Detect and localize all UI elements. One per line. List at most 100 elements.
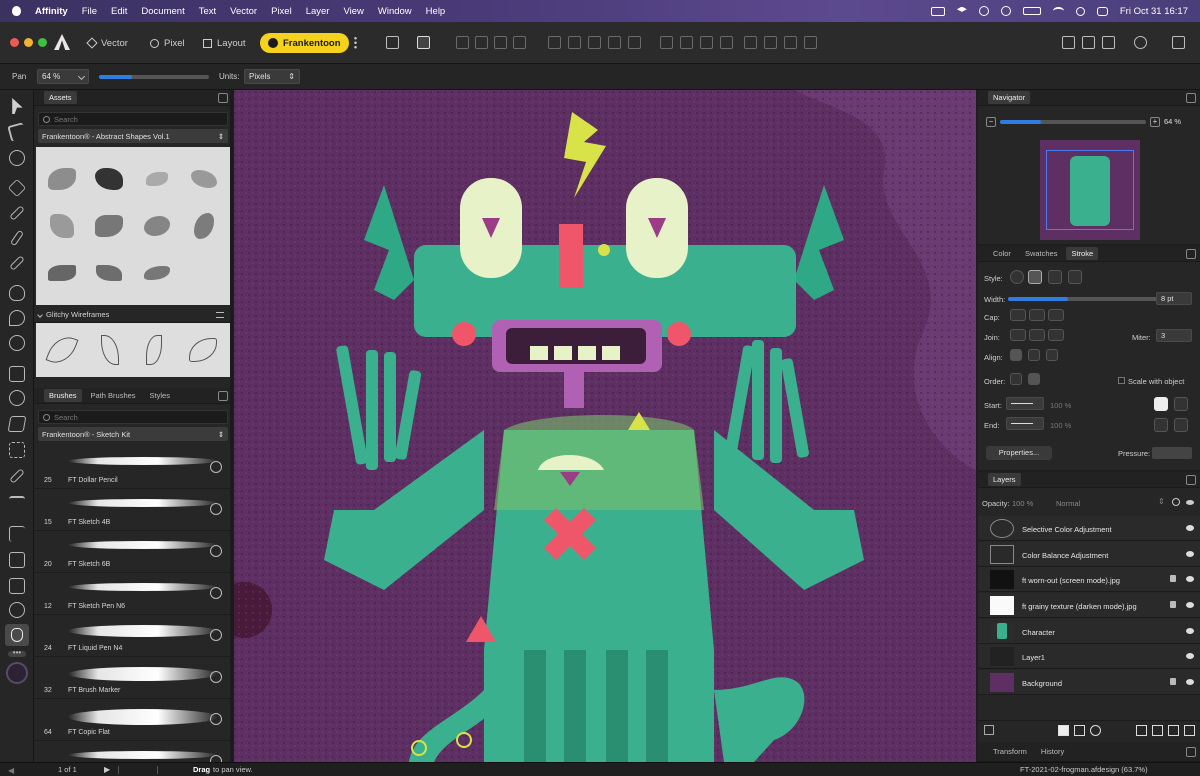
tab-assets[interactable]: Assets: [44, 91, 77, 104]
assets-collection-select[interactable]: Frankentoon® - Abstract Shapes Vol.1 ⇕: [38, 129, 228, 143]
solid-line-icon[interactable]: [1028, 270, 1042, 284]
layer-row[interactable]: ft grainy texture (darken mode).jpg: [978, 593, 1200, 618]
mask-icon[interactable]: [1058, 725, 1069, 736]
distribute-icon-2[interactable]: [720, 36, 733, 49]
menu-document[interactable]: Document: [141, 6, 184, 17]
list-item[interactable]: 24 FT Liquid Pen N4: [34, 615, 230, 657]
pressure-curve[interactable]: [1152, 447, 1192, 459]
butt-cap-icon[interactable]: [1010, 309, 1026, 321]
scale-checkbox[interactable]: [1118, 377, 1125, 384]
color-well[interactable]: [6, 662, 28, 684]
lasso-tool-icon[interactable]: [9, 150, 25, 166]
collapse-icon[interactable]: [218, 391, 228, 401]
battery-icon[interactable]: [1022, 7, 1041, 15]
edit-all-layers-icon[interactable]: [984, 725, 994, 735]
list-item[interactable]: 25 FT Dollar Pencil: [34, 447, 230, 489]
distribute-icon-6[interactable]: [804, 36, 817, 49]
asset-thumb[interactable]: [49, 213, 74, 238]
color-picker-tool-icon[interactable]: [9, 335, 25, 351]
image-tool-icon[interactable]: [9, 578, 25, 594]
asset-thumb[interactable]: [191, 169, 218, 188]
next-page-icon[interactable]: ▶: [104, 765, 110, 774]
collapse-icon[interactable]: [1186, 747, 1196, 757]
asset-thumb[interactable]: [47, 167, 76, 190]
asset-thumb[interactable]: [45, 331, 78, 369]
minimize-window-button[interactable]: [24, 38, 33, 47]
edit-brush-icon[interactable]: [210, 461, 222, 473]
pencil-tool-icon[interactable]: [9, 205, 25, 221]
snapping-icon-2[interactable]: [1082, 36, 1095, 49]
asset-thumb[interactable]: [145, 335, 162, 365]
collapse-icon[interactable]: [218, 93, 228, 103]
zoom-field[interactable]: 64 %: [37, 69, 89, 84]
align-inside-icon[interactable]: [1028, 349, 1040, 361]
layer-settings-icon[interactable]: [1172, 498, 1180, 506]
layer-row[interactable]: Color Balance Adjustment: [978, 542, 1200, 567]
eye-icon[interactable]: [1186, 525, 1194, 531]
zoom-window-button[interactable]: [38, 38, 47, 47]
view-rectangle[interactable]: [1046, 150, 1134, 230]
zoom-in-icon[interactable]: +: [1150, 117, 1160, 127]
list-item[interactable]: 12 FT Sketch Pen N6: [34, 573, 230, 615]
snapping-icon-1[interactable]: [1062, 36, 1075, 49]
fx-icon[interactable]: [1074, 725, 1085, 736]
assistant-icon[interactable]: [1172, 36, 1185, 49]
navigator-preview[interactable]: [1040, 140, 1140, 240]
eye-icon[interactable]: [1186, 602, 1194, 608]
assets-search[interactable]: Search: [38, 112, 228, 126]
blend-mode[interactable]: Normal: [1056, 499, 1080, 508]
edit-brush-icon[interactable]: [210, 713, 222, 725]
record-icon[interactable]: [1000, 6, 1011, 16]
flip-icon-2[interactable]: [680, 36, 693, 49]
asset-thumb[interactable]: [100, 335, 119, 365]
menu-pixel[interactable]: Pixel: [271, 6, 292, 17]
list-item[interactable]: 20 FT Sketch 6B: [34, 531, 230, 573]
tab-transform[interactable]: Transform: [988, 745, 1032, 758]
node-tool-icon[interactable]: [7, 122, 27, 142]
bevel-join-icon[interactable]: [1048, 329, 1064, 341]
selection-tool-icon[interactable]: [9, 442, 25, 458]
list-item[interactable]: 64 FT Copic Flat: [34, 699, 230, 741]
delete-layer-icon[interactable]: [1184, 725, 1195, 736]
list-item[interactable]: 15 FT Sketch 4B: [34, 489, 230, 531]
zoom-tool-icon[interactable]: [9, 602, 25, 618]
edit-brush-icon[interactable]: [210, 545, 222, 557]
lock-icon[interactable]: [1170, 601, 1176, 608]
units-select[interactable]: Pixels ⇕: [244, 69, 300, 84]
stroke-front-icon[interactable]: [1028, 373, 1040, 385]
collapse-icon[interactable]: [1186, 475, 1196, 485]
layer-row[interactable]: Layer1: [978, 644, 1200, 669]
navigator-zoom-slider[interactable]: [1000, 120, 1146, 124]
persona-layout[interactable]: Layout: [197, 33, 252, 53]
menu-text[interactable]: Text: [199, 6, 216, 17]
eye-icon[interactable]: [1186, 653, 1194, 659]
list-item[interactable]: [34, 741, 230, 762]
flip-icon-1[interactable]: [660, 36, 673, 49]
layer-row[interactable]: Background: [978, 670, 1200, 695]
crop-tool-icon[interactable]: [9, 526, 25, 542]
move-tool-icon[interactable]: [12, 98, 23, 114]
align-icon-1[interactable]: [456, 36, 469, 49]
asset-thumb[interactable]: [143, 215, 170, 236]
collapse-icon[interactable]: [1186, 249, 1196, 259]
menu-file[interactable]: File: [82, 6, 97, 17]
brush-tool-icon[interactable]: [9, 229, 25, 247]
width-slider[interactable]: [1008, 297, 1158, 301]
add-layer-icon[interactable]: [1168, 725, 1179, 736]
tab-brushes[interactable]: Brushes: [44, 389, 82, 402]
stroke-behind-icon[interactable]: [1010, 373, 1022, 385]
affinity-logo-icon[interactable]: [54, 34, 70, 50]
layer-row[interactable]: Character: [978, 619, 1200, 644]
persona-vector[interactable]: Vector: [82, 33, 134, 53]
collapse-icon[interactable]: [1186, 93, 1196, 103]
list-item[interactable]: 32 FT Brush Marker: [34, 657, 230, 699]
grid-icon[interactable]: [417, 36, 430, 49]
more-tools-icon[interactable]: •••: [8, 649, 26, 657]
distribute-icon-4[interactable]: [764, 36, 777, 49]
fill-tool-icon[interactable]: [9, 285, 25, 301]
gradient-tool-icon[interactable]: [7, 416, 27, 432]
distribute-icon-5[interactable]: [784, 36, 797, 49]
page-tools-icon[interactable]: [118, 766, 158, 774]
menu-icon[interactable]: [216, 311, 224, 318]
eye-icon[interactable]: [1186, 576, 1194, 582]
